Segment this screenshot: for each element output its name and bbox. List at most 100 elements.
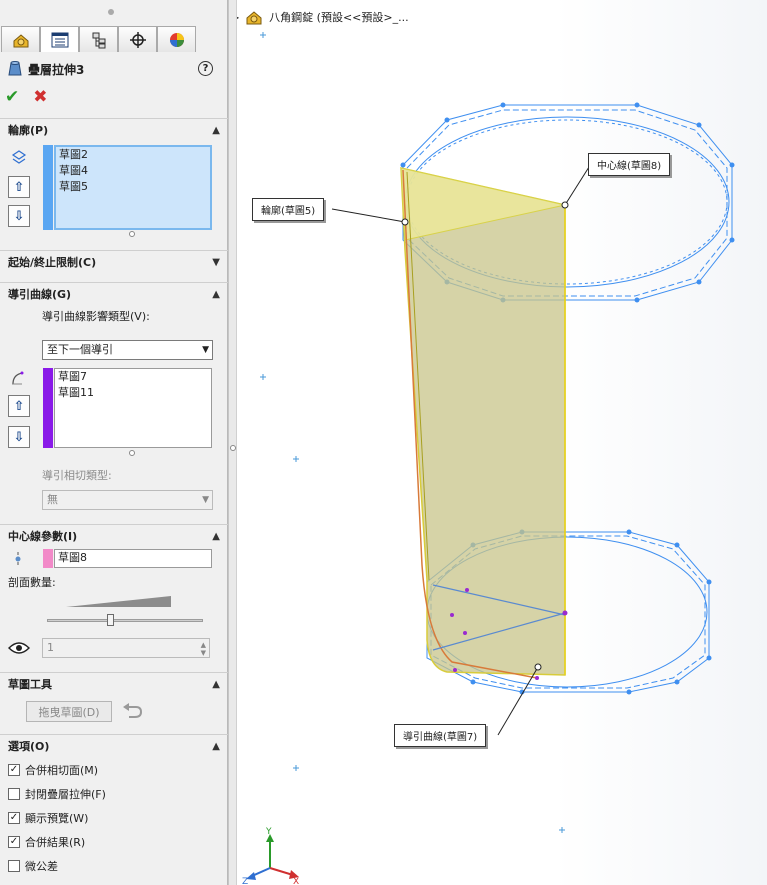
property-manager-panel: 疊層拉伸3 ? ✔ ✖ 輪廓(P) ▲ ⇧ ⇩ 草圖2 草圖4 草圖5 起始/終… bbox=[0, 0, 228, 885]
list-item[interactable]: 草圖5 bbox=[56, 179, 210, 195]
centerline-section-title: 中心線參數(I) bbox=[8, 530, 78, 543]
sections-count-field[interactable]: 1 ▲ ▼ bbox=[42, 638, 210, 658]
centerline-section-header[interactable]: 中心線參數(I) ▲ bbox=[0, 525, 228, 547]
drag-sketch-button[interactable]: 拖曳草圖(D) bbox=[26, 701, 112, 722]
guide-curves-list[interactable]: 草圖7 草圖11 bbox=[54, 368, 212, 448]
sketch-tools-section-title: 草圖工具 bbox=[8, 678, 52, 691]
options-section-title: 選項(O) bbox=[8, 740, 50, 753]
option-merge-result[interactable]: ✓ 合併結果(R) bbox=[8, 834, 85, 850]
display-manager-icon bbox=[169, 32, 184, 47]
option-micro-tolerance[interactable]: 微公差 bbox=[8, 858, 58, 874]
resize-handle[interactable] bbox=[129, 231, 135, 237]
collapse-icon[interactable]: ▲ bbox=[212, 289, 220, 300]
feature-title-text: 疊層拉伸3 bbox=[28, 62, 85, 77]
sections-count-label: 剖面數量: bbox=[8, 576, 56, 589]
list-item[interactable]: 草圖8 bbox=[55, 550, 211, 566]
ok-button[interactable]: ✔ bbox=[5, 87, 19, 107]
start-end-section-header[interactable]: 起始/終止限制(C) ▼ bbox=[0, 251, 228, 273]
leader-anchor bbox=[534, 663, 542, 671]
profile-color-bar bbox=[43, 145, 53, 230]
sketch-tools-section-header[interactable]: 草圖工具 ▲ bbox=[0, 673, 228, 695]
checkbox[interactable] bbox=[8, 860, 20, 872]
centerline-color-bar bbox=[43, 549, 53, 568]
checkbox[interactable]: ✓ bbox=[8, 764, 20, 776]
dropdown-arrow-icon: ▼ bbox=[202, 345, 209, 355]
guide-curves-section-header[interactable]: 導引曲線(G) ▲ bbox=[0, 283, 228, 305]
profile-section-header[interactable]: 輪廓(P) ▲ bbox=[0, 119, 228, 141]
option-merge-tangent-faces[interactable]: ✓ 合併相切面(M) bbox=[8, 762, 98, 778]
leader-anchor bbox=[561, 201, 569, 209]
panel-grip[interactable] bbox=[108, 9, 114, 15]
profile-list[interactable]: 草圖2 草圖4 草圖5 bbox=[54, 145, 212, 230]
crosshair-icon bbox=[129, 31, 146, 48]
option-label: 合併結果(R) bbox=[25, 836, 86, 849]
list-item[interactable]: 草圖7 bbox=[55, 369, 211, 385]
sections-slider-track[interactable] bbox=[47, 619, 203, 622]
list-item[interactable]: 草圖11 bbox=[55, 385, 211, 401]
tab-dimxpert-manager[interactable] bbox=[118, 26, 157, 52]
axis-triad: Y X Z bbox=[242, 827, 299, 885]
leader-anchor bbox=[401, 218, 409, 226]
axis-x-label: X bbox=[293, 877, 299, 885]
collapse-icon[interactable]: ▲ bbox=[212, 531, 220, 542]
profile-sketch-icon bbox=[11, 150, 27, 164]
tab-display-manager[interactable] bbox=[157, 26, 196, 52]
tangency-type-select[interactable]: 無 ▼ bbox=[42, 490, 213, 510]
graphics-viewport[interactable]: ▶ 八角鋼錠 (預設<<預設>_... bbox=[237, 0, 767, 885]
list-item[interactable]: 草圖2 bbox=[56, 147, 210, 163]
move-down-button[interactable]: ⇩ bbox=[8, 426, 30, 448]
profile-callout[interactable]: 輪廓(草圖5) bbox=[252, 198, 325, 221]
spin-arrows-icon[interactable]: ▲ ▼ bbox=[201, 641, 206, 657]
manager-tabs bbox=[0, 26, 228, 53]
loft-feature-icon bbox=[8, 61, 22, 76]
expand-icon[interactable]: ▼ bbox=[212, 257, 220, 268]
guide-curve-icon bbox=[12, 371, 24, 385]
checkbox[interactable]: ✓ bbox=[8, 812, 20, 824]
cancel-button[interactable]: ✖ bbox=[33, 87, 47, 107]
splitter-grip[interactable] bbox=[230, 445, 236, 451]
option-label: 封閉疊層拉伸(F) bbox=[25, 788, 106, 801]
option-show-preview[interactable]: ✓ 顯示預覽(W) bbox=[8, 810, 88, 826]
undo-icon[interactable] bbox=[121, 701, 143, 719]
property-manager-icon bbox=[51, 32, 68, 47]
tab-feature-manager[interactable] bbox=[1, 26, 40, 52]
dropdown-arrow-icon: ▼ bbox=[202, 495, 209, 505]
influence-type-label: 導引曲線影響類型(V): bbox=[42, 310, 150, 323]
checkbox[interactable]: ✓ bbox=[8, 836, 20, 848]
centerline-leader bbox=[564, 166, 590, 206]
collapse-icon[interactable]: ▲ bbox=[212, 741, 220, 752]
options-section-header[interactable]: 選項(O) ▲ bbox=[0, 735, 228, 757]
centerline-field[interactable]: 草圖8 bbox=[54, 549, 212, 568]
tab-property-manager[interactable] bbox=[40, 26, 79, 52]
sections-slider-thumb[interactable] bbox=[107, 614, 114, 626]
option-close-loft[interactable]: 封閉疊層拉伸(F) bbox=[8, 786, 106, 802]
list-item[interactable]: 草圖4 bbox=[56, 163, 210, 179]
centerline-callout[interactable]: 中心線(草圖8) bbox=[588, 153, 671, 176]
collapse-icon[interactable]: ▲ bbox=[212, 125, 220, 136]
collapse-icon[interactable]: ▲ bbox=[212, 679, 220, 690]
guide-callout[interactable]: 導引曲線(草圖7) bbox=[394, 724, 487, 747]
resize-handle[interactable] bbox=[129, 450, 135, 456]
start-end-section: 起始/終止限制(C) ▼ bbox=[0, 250, 228, 276]
model-view[interactable]: Y X Z bbox=[237, 0, 767, 885]
guide-curves-section-title: 導引曲線(G) bbox=[8, 288, 72, 301]
eye-icon[interactable] bbox=[8, 640, 30, 656]
influence-type-select[interactable]: 至下一個導引 ▼ bbox=[42, 340, 213, 360]
feature-manager-icon bbox=[13, 33, 28, 47]
move-up-button[interactable]: ⇧ bbox=[8, 395, 30, 417]
panel-splitter[interactable] bbox=[228, 0, 237, 885]
tab-configuration-manager[interactable] bbox=[79, 26, 118, 52]
checkbox[interactable] bbox=[8, 788, 20, 800]
tangency-type-value: 無 bbox=[47, 493, 58, 506]
move-down-button[interactable]: ⇩ bbox=[8, 205, 30, 227]
influence-type-value: 至下一個導引 bbox=[47, 343, 113, 356]
profile-section-title: 輪廓(P) bbox=[8, 124, 49, 137]
start-end-section-title: 起始/終止限制(C) bbox=[8, 256, 97, 269]
move-up-button[interactable]: ⇧ bbox=[8, 176, 30, 198]
help-button[interactable]: ? bbox=[198, 61, 213, 76]
option-label: 顯示預覽(W) bbox=[25, 812, 89, 825]
option-label: 微公差 bbox=[25, 860, 58, 873]
centerline-icon bbox=[15, 552, 21, 566]
guide-leader bbox=[497, 666, 539, 736]
feature-title: 疊層拉伸3 bbox=[8, 60, 84, 78]
